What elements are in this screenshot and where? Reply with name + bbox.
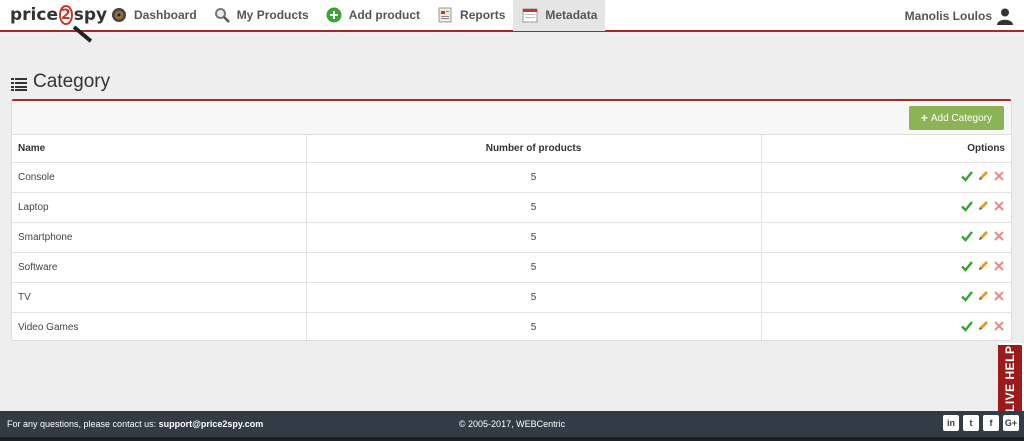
nav-reports-label: Reports xyxy=(460,8,506,22)
checkmark-icon[interactable] xyxy=(960,320,973,333)
row-options xyxy=(760,311,1011,342)
pencil-icon[interactable] xyxy=(976,289,989,302)
magnifier-icon xyxy=(213,6,231,24)
table-row: Laptop 5 xyxy=(12,191,1011,222)
checkmark-icon[interactable] xyxy=(960,199,973,212)
list-icon xyxy=(11,75,27,91)
nav-metadata[interactable]: Metadata xyxy=(513,0,606,31)
row-name: Laptop xyxy=(12,191,306,222)
google-plus-icon[interactable]: G+ xyxy=(1003,415,1019,431)
row-count: 5 xyxy=(305,161,761,192)
close-icon[interactable] xyxy=(992,289,1005,302)
pencil-icon[interactable] xyxy=(976,199,989,212)
pencil-icon[interactable] xyxy=(976,259,989,272)
close-icon[interactable] xyxy=(992,199,1005,212)
facebook-icon[interactable]: f xyxy=(983,415,999,431)
checkmark-icon[interactable] xyxy=(960,289,973,302)
bottom-strip xyxy=(0,437,1024,441)
twitter-icon[interactable]: t xyxy=(963,415,979,431)
page-title: Category xyxy=(11,71,110,93)
nav-reports[interactable]: Reports xyxy=(428,0,513,31)
close-icon[interactable] xyxy=(992,169,1005,182)
gauge-icon xyxy=(110,6,128,24)
pencil-icon[interactable] xyxy=(976,229,989,242)
user-name: Manolis Loulos xyxy=(904,9,992,23)
nav-my-products-label: My Products xyxy=(236,8,309,22)
header-number-of-products[interactable]: Number of products xyxy=(305,135,761,162)
row-name: Video Games xyxy=(12,311,306,342)
calendar-icon xyxy=(521,6,539,24)
add-category-label: Add Category xyxy=(930,112,992,124)
table-row: TV 5 xyxy=(12,281,1011,312)
close-icon[interactable] xyxy=(992,320,1005,333)
checkmark-icon[interactable] xyxy=(960,229,973,242)
pencil-icon[interactable] xyxy=(976,169,989,182)
magnifier-handle xyxy=(72,25,93,43)
report-icon xyxy=(436,6,454,24)
nav-dashboard-label: Dashboard xyxy=(134,8,197,22)
row-name: Smartphone xyxy=(12,221,306,252)
row-name: Console xyxy=(12,161,306,192)
row-count: 5 xyxy=(305,251,761,282)
table-row: Smartphone 5 xyxy=(12,221,1011,252)
checkmark-icon[interactable] xyxy=(960,169,973,182)
logo-text-spy: spy xyxy=(73,5,108,25)
nav-my-products[interactable]: My Products xyxy=(205,0,317,31)
top-navbar: price 2 spy Dashboard My Products Add pr… xyxy=(0,0,1024,43)
table-row: Console 5 xyxy=(12,161,1011,192)
close-icon[interactable] xyxy=(992,259,1005,272)
footer-copyright: © 2005-2017, WEBCentric xyxy=(458,419,566,429)
row-options xyxy=(760,281,1011,312)
row-count: 5 xyxy=(305,221,761,252)
linkedin-icon[interactable]: in xyxy=(943,415,959,431)
row-name: TV xyxy=(12,281,306,312)
table-row: Video Games 5 xyxy=(12,311,1011,342)
row-options xyxy=(760,221,1011,252)
nav-add-product[interactable]: Add product xyxy=(317,0,428,31)
nav-metadata-label: Metadata xyxy=(545,8,598,22)
panel-toolbar: + Add Category xyxy=(12,101,1011,135)
row-options xyxy=(760,161,1011,192)
page-title-text: Category xyxy=(33,71,111,92)
table-row: Software 5 xyxy=(12,251,1011,282)
plus-icon: + xyxy=(920,111,928,125)
row-options xyxy=(760,191,1011,222)
price2spy-logo[interactable]: price 2 spy xyxy=(10,0,107,43)
nav-add-product-label: Add product xyxy=(348,8,421,22)
row-name: Software xyxy=(12,251,306,282)
row-options xyxy=(760,251,1011,282)
header-options: Options xyxy=(760,135,1011,162)
logo-text-price: price xyxy=(10,5,58,25)
logo-text-2: 2 xyxy=(59,5,73,25)
category-panel: + Add Category Name Number of products O… xyxy=(11,99,1012,342)
social-links: in t f G+ xyxy=(943,415,1019,431)
user-icon xyxy=(996,7,1014,25)
table-header-row: Name Number of products Options xyxy=(12,135,1011,162)
row-count: 5 xyxy=(305,191,761,222)
header-name[interactable]: Name xyxy=(12,135,306,162)
live-help-tab[interactable]: LIVE HELP xyxy=(998,343,1024,414)
pencil-icon[interactable] xyxy=(976,320,989,333)
close-icon[interactable] xyxy=(992,229,1005,242)
user-menu[interactable]: Manolis Loulos xyxy=(905,0,1014,32)
footer: For any questions, please contact us: su… xyxy=(0,411,1024,437)
nav-dashboard[interactable]: Dashboard xyxy=(102,0,205,31)
plus-circle-icon xyxy=(325,6,343,24)
row-count: 5 xyxy=(305,281,761,312)
category-table: Name Number of products Options Console … xyxy=(12,135,1011,342)
add-category-button[interactable]: + Add Category xyxy=(908,106,1004,130)
row-count: 5 xyxy=(305,311,761,342)
checkmark-icon[interactable] xyxy=(960,259,973,272)
